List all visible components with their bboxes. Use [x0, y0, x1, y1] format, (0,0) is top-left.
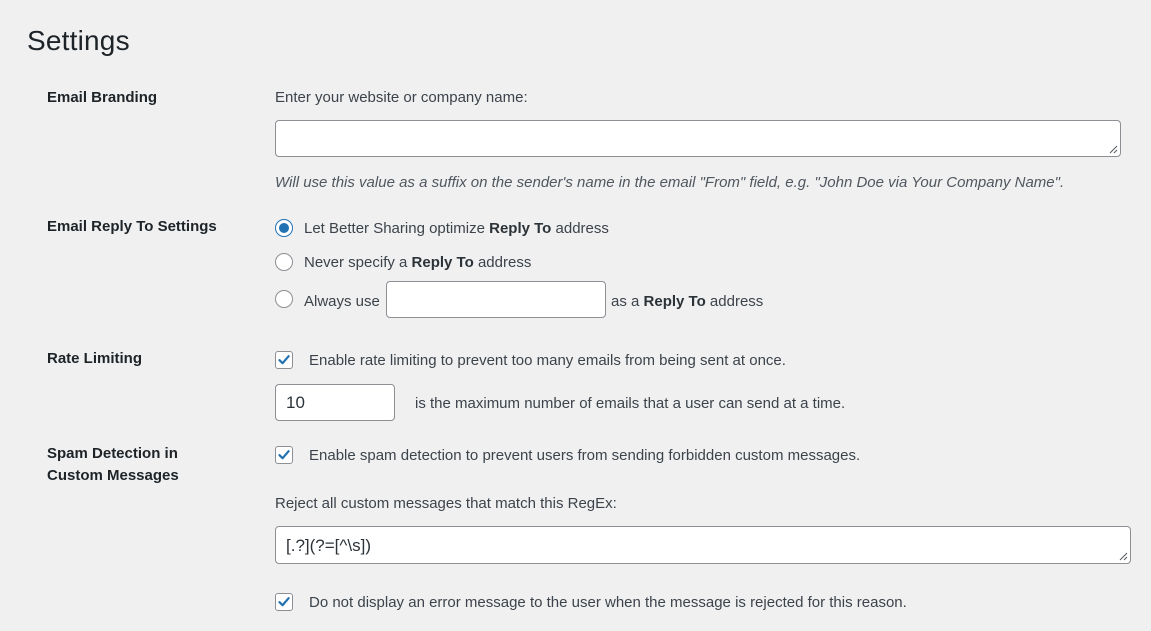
option-bold-text: Reply To — [643, 293, 706, 310]
radio-optimize-reply-to[interactable] — [275, 219, 293, 237]
checkmark-icon — [278, 450, 290, 460]
option-text: as a — [611, 293, 644, 310]
rate-limit-checkbox[interactable] — [275, 351, 293, 369]
hide-error-label[interactable]: Do not display an error message to the u… — [309, 593, 907, 613]
radio-optimize-reply-to-label[interactable]: Let Better Sharing optimize Reply To add… — [304, 219, 609, 239]
radio-never-reply-to-label[interactable]: Never specify a Reply To address — [304, 253, 531, 273]
branding-description: Will use this value as a suffix on the s… — [275, 174, 1065, 191]
option-text: Let Better Sharing optimize — [304, 220, 490, 237]
settings-page: Settings Email Branding Enter your websi… — [0, 0, 1151, 631]
option-text: address — [705, 293, 764, 310]
regex-value: [.?](?=[^\s]) — [286, 536, 371, 555]
regex-textarea[interactable]: [.?](?=[^\s]) — [275, 526, 1131, 564]
page-title: Settings — [27, 25, 130, 56]
rate-limiting-label: Rate Limiting — [47, 350, 143, 367]
spam-detection-checkbox[interactable] — [275, 446, 293, 464]
email-branding-label: Email Branding — [47, 89, 158, 106]
resize-grip-icon[interactable] — [1119, 552, 1128, 561]
reply-to-email-input[interactable] — [386, 281, 606, 318]
company-name-textarea[interactable] — [275, 120, 1121, 157]
spam-detection-label: Spam Detection in Custom Messages — [47, 443, 247, 487]
spam-detection-label-line2: Custom Messages — [47, 467, 179, 484]
radio-always-use-label[interactable]: Always use — [304, 292, 380, 312]
radio-always-use-reply-to[interactable] — [275, 290, 293, 308]
option-bold-text: Reply To — [489, 220, 552, 237]
regex-prompt: Reject all custom messages that match th… — [275, 495, 617, 512]
radio-never-reply-to[interactable] — [275, 253, 293, 271]
option-bold-text: Reply To — [411, 254, 474, 271]
option-text: address — [473, 254, 532, 271]
spam-detection-label-line1: Spam Detection in — [47, 445, 178, 462]
hide-error-checkbox[interactable] — [275, 593, 293, 611]
resize-grip-icon[interactable] — [1109, 145, 1118, 154]
max-emails-input[interactable]: 10 — [275, 384, 395, 421]
option-text: Never specify a — [304, 254, 412, 271]
company-name-prompt: Enter your website or company name: — [275, 89, 528, 106]
spam-detection-enable-label[interactable]: Enable spam detection to prevent users f… — [309, 446, 860, 466]
option-text: address — [551, 220, 609, 237]
rate-limit-enable-label[interactable]: Enable rate limiting to prevent too many… — [309, 351, 786, 371]
reply-to-label: Email Reply To Settings — [47, 218, 217, 235]
max-emails-label: is the maximum number of emails that a u… — [415, 395, 846, 412]
checkmark-icon — [278, 597, 290, 607]
checkmark-icon — [278, 355, 290, 365]
reply-to-suffix-label: as a Reply To address — [611, 292, 763, 312]
